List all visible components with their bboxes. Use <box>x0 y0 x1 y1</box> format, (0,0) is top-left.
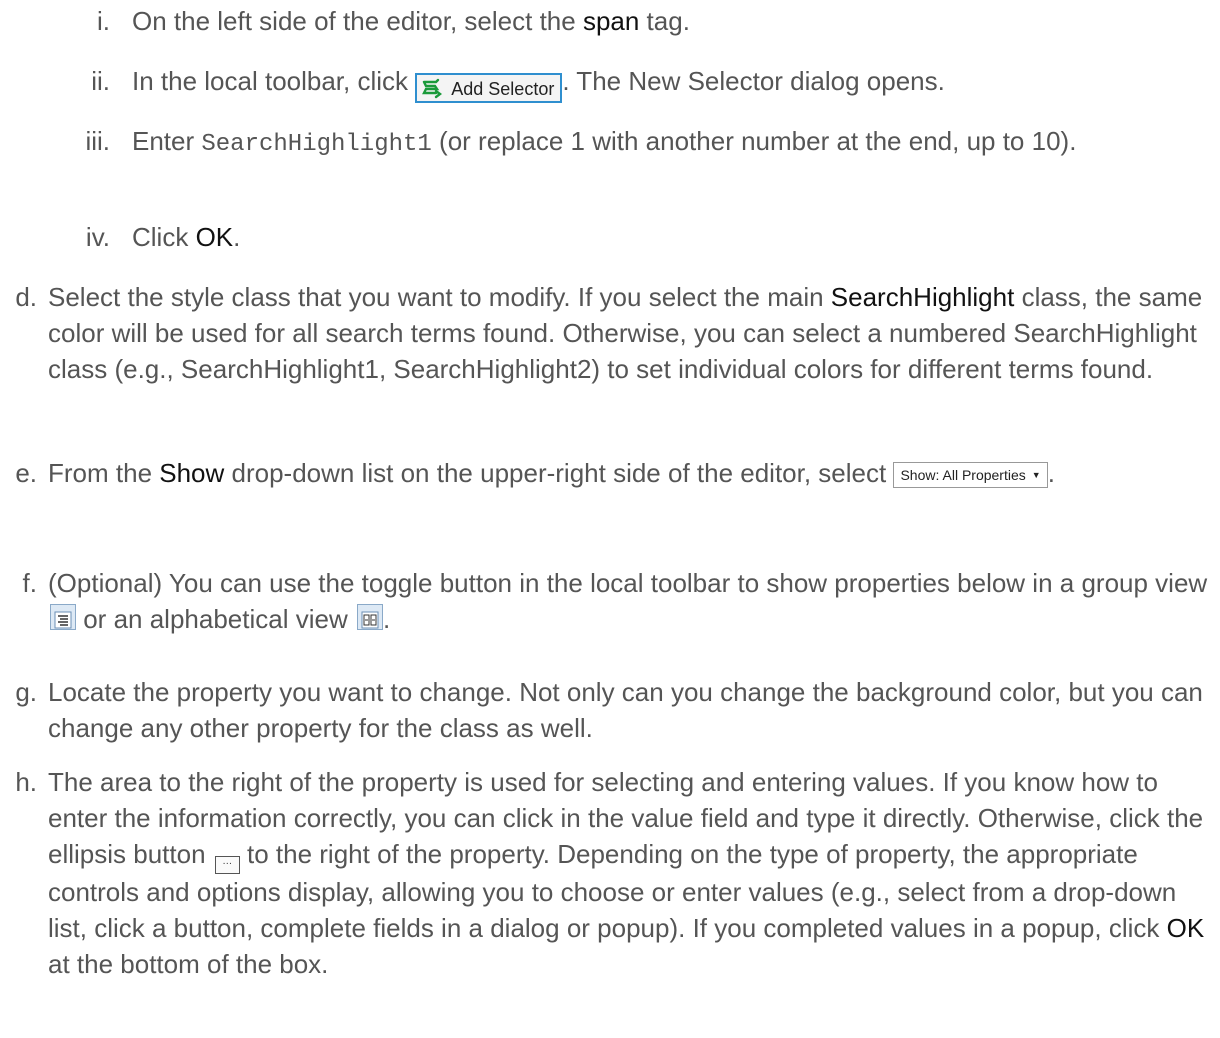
add-selector-label: Add Selector <box>451 79 555 99</box>
chevron-down-icon: ▼ <box>1031 470 1041 480</box>
code-text: SearchHighlight1 <box>201 131 432 158</box>
text: Click <box>132 222 196 252</box>
emphasis-text: span <box>582 6 640 36</box>
text: . The New Selector dialog opens. <box>562 66 945 96</box>
text: . <box>233 222 241 252</box>
step-text: Click OK. <box>132 219 1202 255</box>
text: (or replace 1 with another number at the… <box>431 126 1077 156</box>
show-dropdown[interactable]: Show: All Properties ▼ <box>893 462 1048 488</box>
step-marker: f. <box>22 568 37 598</box>
step-ii: ii. In the local toolbar, click Add Sele… <box>0 63 1220 103</box>
text: (Optional) You can use the toggle button… <box>48 568 1208 598</box>
step-marker: h. <box>15 767 37 797</box>
step-marker: d. <box>15 282 37 312</box>
show-dropdown-label: Show: All Properties <box>900 467 1026 483</box>
text: Enter <box>132 126 202 156</box>
step-marker: iv. <box>85 222 110 252</box>
alphabetical-view-icon[interactable] <box>356 604 383 630</box>
text: From the <box>48 458 160 488</box>
emphasis-text: SearchHighlight <box>830 282 1015 312</box>
step-text: (Optional) You can use the toggle button… <box>48 565 1208 637</box>
step-text: Locate the property you want to change. … <box>48 677 1203 743</box>
text: In the local toolbar, click <box>132 66 416 96</box>
step-g: g. Locate the property you want to chang… <box>0 674 1220 750</box>
step-marker: e. <box>15 458 37 488</box>
add-selector-button[interactable]: Add Selector <box>415 73 563 103</box>
add-selector-icon <box>421 77 443 99</box>
emphasis-text: Show <box>159 458 225 488</box>
text: On the left side of the editor, select t… <box>132 6 583 36</box>
text: Select the style class that you want to … <box>48 282 831 312</box>
step-e: e. From the Show drop-down list on the u… <box>0 455 1220 531</box>
emphasis-text: OK <box>195 222 234 252</box>
step-d: d. Select the style class that you want … <box>0 279 1220 429</box>
step-text: Enter SearchHighlight1 (or replace 1 wit… <box>132 123 1202 163</box>
text: tag. <box>639 6 690 36</box>
text: . <box>382 604 391 634</box>
step-text: From the Show drop-down list on the uppe… <box>48 455 1208 491</box>
emphasis-text: OK <box>1166 913 1205 943</box>
step-marker: i. <box>97 6 110 36</box>
step-iii: iii. Enter SearchHighlight1 (or replace … <box>0 123 1220 199</box>
step-marker: g. <box>15 677 37 707</box>
step-marker: ii. <box>91 66 110 96</box>
text: at the bottom of the box. <box>48 949 329 979</box>
step-text: Select the style class that you want to … <box>48 279 1208 387</box>
group-view-icon[interactable] <box>50 604 76 630</box>
step-h: h. The area to the right of the property… <box>0 764 1220 1028</box>
ellipsis-button[interactable]: … <box>214 856 240 874</box>
step-iv: iv. Click OK. <box>0 219 1220 259</box>
step-f: f. (Optional) You can use the toggle but… <box>0 565 1220 641</box>
step-text: In the local toolbar, click Add Selector… <box>132 63 1202 103</box>
step-text: On the left side of the editor, select t… <box>132 3 1202 39</box>
text: drop-down list on the upper-right side o… <box>224 458 894 488</box>
text: . <box>1047 458 1055 488</box>
text: or an alphabetical view <box>76 604 355 634</box>
step-text: The area to the right of the property is… <box>48 764 1208 982</box>
step-i: i. On the left side of the editor, selec… <box>0 3 1220 43</box>
text: to the right of the property. Depending … <box>48 839 1177 943</box>
step-marker: iii. <box>85 126 110 156</box>
